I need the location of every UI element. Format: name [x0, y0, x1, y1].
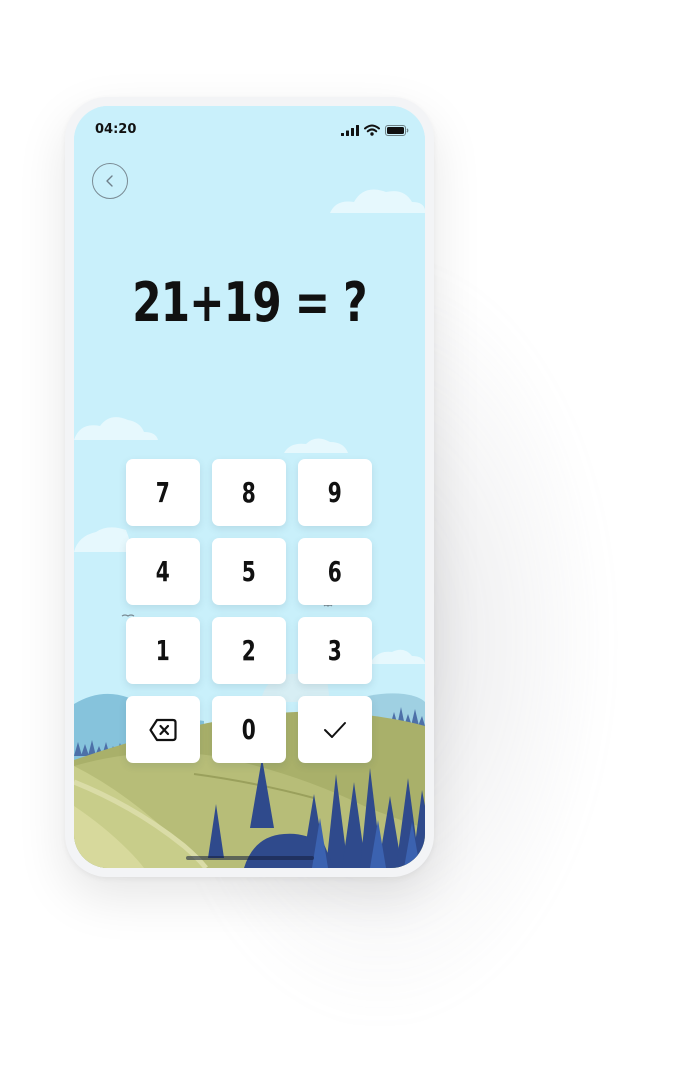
- key-label: 9: [327, 476, 343, 509]
- key-3[interactable]: 3: [298, 617, 372, 684]
- key-4[interactable]: 4: [126, 538, 200, 605]
- backspace-button[interactable]: [126, 696, 200, 763]
- key-6[interactable]: 6: [298, 538, 372, 605]
- wifi-icon: [364, 124, 380, 136]
- checkmark-icon: [324, 721, 346, 738]
- back-button[interactable]: [92, 163, 128, 199]
- stage: 04:20 21+19 = ? 7 8 9 4 5 6 1 2 3 0: [0, 0, 676, 1086]
- key-label: 1: [155, 634, 171, 667]
- key-label: 7: [155, 476, 171, 509]
- key-label: 4: [155, 555, 171, 588]
- home-indicator[interactable]: [186, 856, 314, 860]
- backspace-icon: [149, 718, 177, 741]
- chevron-left-icon: [106, 175, 113, 187]
- key-label: 5: [241, 555, 257, 588]
- key-label: 0: [241, 713, 257, 746]
- number-keypad: 7 8 9 4 5 6 1 2 3 0: [126, 459, 372, 763]
- key-label: 6: [327, 555, 343, 588]
- key-5[interactable]: 5: [212, 538, 286, 605]
- key-0[interactable]: 0: [212, 696, 286, 763]
- status-time: 04:20: [95, 122, 137, 137]
- key-7[interactable]: 7: [126, 459, 200, 526]
- cellular-signal-icon: [341, 124, 359, 136]
- phone-screen: 04:20 21+19 = ? 7 8 9 4 5 6 1 2 3 0: [74, 106, 425, 868]
- key-8[interactable]: 8: [212, 459, 286, 526]
- battery-icon: [385, 124, 409, 136]
- key-label: 8: [241, 476, 257, 509]
- submit-button[interactable]: [298, 696, 372, 763]
- status-bar: 04:20: [74, 106, 425, 152]
- key-label: 3: [327, 634, 343, 667]
- key-2[interactable]: 2: [212, 617, 286, 684]
- key-1[interactable]: 1: [126, 617, 200, 684]
- math-question: 21+19 = ?: [132, 271, 367, 334]
- status-icons: [341, 124, 409, 136]
- key-label: 2: [241, 634, 257, 667]
- key-9[interactable]: 9: [298, 459, 372, 526]
